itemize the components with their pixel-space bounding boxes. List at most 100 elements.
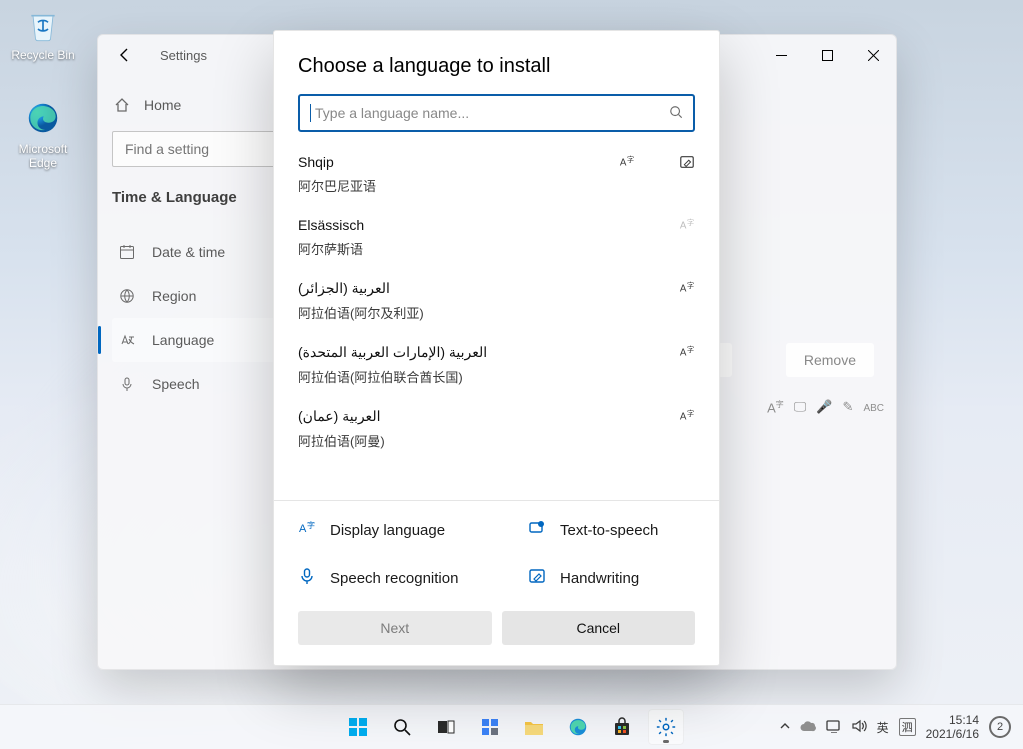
language-list[interactable]: Shqip阿尔巴尼亚语A字Elsässisch阿尔萨斯语A字العربية (ا…	[274, 142, 719, 494]
language-local-name: 阿拉伯语(阿曼)	[298, 431, 695, 450]
sidebar-item-label: Home	[144, 97, 181, 113]
sidebar-item-label: Date & time	[152, 244, 225, 260]
calendar-icon	[118, 244, 136, 260]
dialog-search[interactable]	[298, 94, 695, 132]
language-local-name: 阿拉伯语(阿尔及利亚)	[298, 303, 695, 322]
taskbar-clock[interactable]: 15:14 2021/6/16	[926, 713, 979, 741]
tray-overflow-icon[interactable]	[780, 720, 790, 734]
search-icon	[669, 105, 683, 122]
mic-icon: 🎤	[816, 399, 832, 415]
display-language-icon: A字	[679, 217, 695, 236]
volume-icon[interactable]	[852, 719, 867, 736]
start-button[interactable]	[340, 709, 376, 745]
svg-text:字: 字	[307, 520, 315, 530]
notification-center[interactable]: 2	[989, 716, 1011, 738]
language-native-name: Elsässisch	[298, 217, 695, 233]
clock-date: 2021/6/16	[926, 727, 979, 741]
tts-icon: 🖵	[794, 399, 807, 415]
spellcheck-icon: ABC	[863, 399, 884, 415]
legend-handwriting: Handwriting	[528, 567, 695, 589]
legend-label: Text-to-speech	[560, 522, 658, 539]
svg-text:字: 字	[687, 281, 694, 290]
network-icon[interactable]	[826, 719, 842, 736]
taskbar-edge[interactable]	[560, 709, 596, 745]
language-row[interactable]: العربية (الإمارات العربية المتحدة) 阿拉伯语(阿…	[274, 334, 719, 398]
ime-mode[interactable]: 泗	[899, 718, 916, 736]
maximize-button[interactable]	[804, 35, 850, 75]
globe-icon	[118, 288, 136, 304]
language-native-name: العربية (الجزائر)	[298, 280, 695, 297]
cancel-button[interactable]: Cancel	[502, 611, 696, 645]
desktop-icon-edge[interactable]: Microsoft Edge	[6, 98, 80, 170]
display-language-icon: A字	[679, 408, 695, 427]
svg-text:A: A	[680, 412, 687, 423]
language-local-name: 阿尔萨斯语	[298, 239, 695, 258]
file-explorer[interactable]	[516, 709, 552, 745]
legend-label: Handwriting	[560, 570, 639, 587]
display-language-icon: A字	[619, 154, 635, 173]
language-native-name: العربية (عمان)	[298, 408, 695, 425]
onedrive-icon[interactable]	[800, 720, 816, 735]
language-local-name: 阿拉伯语(阿拉伯联合酋长国)	[298, 367, 695, 386]
legend-speech: Speech recognition	[298, 567, 528, 589]
mic-icon	[298, 567, 316, 589]
dialog-search-input[interactable]	[313, 104, 669, 122]
widgets[interactable]	[472, 709, 508, 745]
language-local-name: 阿尔巴尼亚语	[298, 176, 695, 195]
svg-text:A: A	[680, 284, 687, 295]
language-row[interactable]: Elsässisch 阿尔萨斯语 A字	[274, 207, 719, 270]
window-title: Settings	[160, 48, 207, 63]
next-button[interactable]: Next	[298, 611, 492, 645]
svg-text:字: 字	[687, 218, 694, 227]
text-caret	[310, 104, 311, 122]
close-button[interactable]	[850, 35, 896, 75]
install-language-dialog: Choose a language to install Shqip阿尔巴尼亚语…	[273, 30, 720, 666]
handwriting-icon	[679, 154, 695, 173]
microsoft-store[interactable]	[604, 709, 640, 745]
edge-icon	[23, 98, 63, 138]
recycle-bin-icon	[23, 4, 63, 44]
svg-text:A: A	[680, 221, 687, 232]
sidebar-item-label: Language	[152, 332, 214, 348]
taskbar: 英 泗 15:14 2021/6/16 2	[0, 704, 1023, 749]
svg-text:字: 字	[627, 155, 634, 164]
dialog-title: Choose a language to install	[274, 31, 719, 94]
desktop-icon-label: Microsoft Edge	[6, 142, 80, 170]
svg-text:A: A	[680, 348, 687, 359]
language-row[interactable]: Shqip阿尔巴尼亚语A字	[274, 144, 719, 207]
task-view[interactable]	[428, 709, 464, 745]
taskbar-settings[interactable]	[648, 709, 684, 745]
system-tray[interactable]: 英 泗 15:14 2021/6/16 2	[768, 713, 1023, 741]
svg-text:字: 字	[687, 345, 694, 354]
language-feature-icons: A字 🖵 🎤 ✎ ABC	[767, 399, 884, 415]
legend-tts: Text-to-speech	[528, 519, 695, 541]
home-icon	[114, 97, 130, 113]
taskbar-search[interactable]	[384, 709, 420, 745]
language-row[interactable]: العربية (عمان) 阿拉伯语(阿曼) A字	[274, 398, 719, 462]
desktop-icon-label: Recycle Bin	[6, 48, 80, 62]
display-language-icon: A字	[679, 280, 695, 299]
ime-language[interactable]: 英	[877, 719, 889, 736]
legend-display-language: A字 Display language	[298, 519, 528, 541]
handwriting-icon	[528, 567, 546, 589]
svg-text:A: A	[299, 523, 307, 535]
legend-label: Speech recognition	[330, 570, 458, 587]
sidebar-item-label: Speech	[152, 376, 199, 392]
clock-time: 15:14	[926, 713, 979, 727]
remove-button[interactable]: Remove	[786, 343, 874, 377]
handwriting-icon: ✎	[843, 399, 854, 415]
display-language-icon: A字	[679, 344, 695, 363]
display-language-icon: A字	[298, 519, 316, 541]
back-button[interactable]	[114, 44, 136, 66]
sidebar-item-label: Region	[152, 288, 196, 304]
svg-text:A: A	[620, 158, 627, 169]
desktop-icon-recycle-bin[interactable]: Recycle Bin	[6, 4, 80, 62]
language-native-name: العربية (الإمارات العربية المتحدة)	[298, 344, 695, 361]
feature-legend: A字 Display language Text-to-speech Speec…	[274, 501, 719, 611]
language-icon	[118, 332, 136, 348]
mic-icon	[118, 376, 136, 392]
svg-text:字: 字	[687, 409, 694, 418]
language-row[interactable]: العربية (الجزائر) 阿拉伯语(阿尔及利亚) A字	[274, 270, 719, 334]
tts-icon	[528, 519, 546, 541]
minimize-button[interactable]	[758, 35, 804, 75]
